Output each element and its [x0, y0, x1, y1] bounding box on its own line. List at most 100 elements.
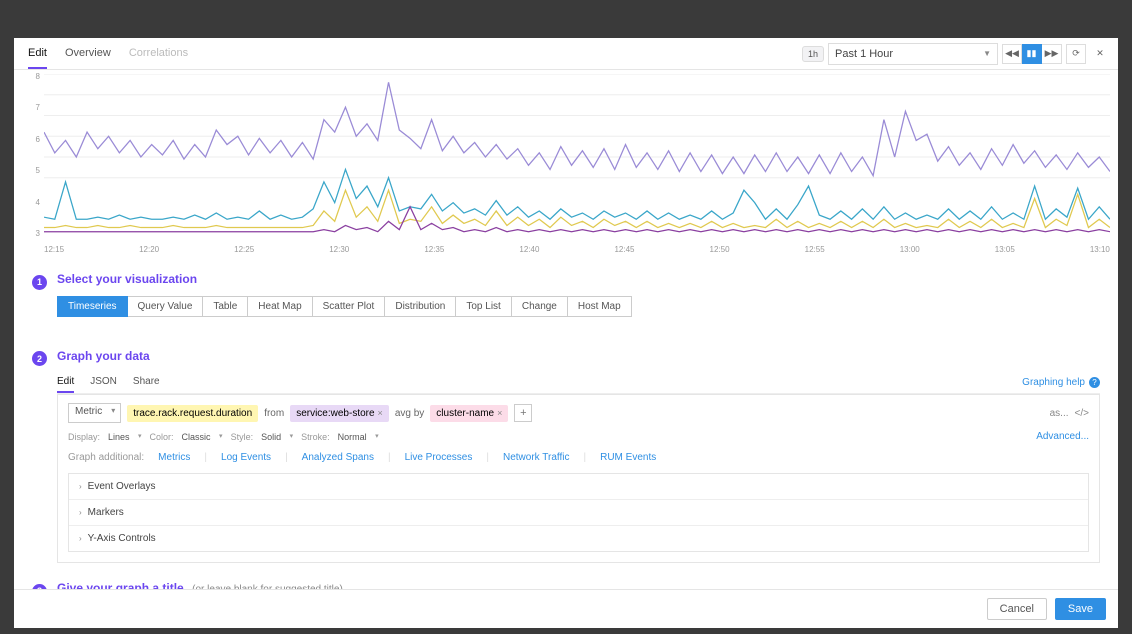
playback-controls: ◀◀ ▮▮ ▶▶	[1002, 44, 1062, 64]
viz-option-host-map[interactable]: Host Map	[568, 296, 632, 317]
viz-type-pills: TimeseriesQuery ValueTableHeat MapScatte…	[57, 296, 1100, 317]
x-tick: 12:25	[234, 245, 254, 254]
chevron-down-icon: ▼	[983, 49, 991, 58]
time-range-value: Past 1 Hour	[835, 48, 893, 60]
viz-option-timeseries[interactable]: Timeseries	[57, 296, 128, 317]
step-2-badge: 2	[32, 351, 47, 366]
ga-link-rum-events[interactable]: RUM Events	[596, 452, 660, 463]
chart-svg	[44, 74, 1110, 240]
x-tick: 13:10	[1090, 245, 1110, 254]
step-1-badge: 1	[32, 275, 47, 290]
style-label: Style:	[231, 432, 254, 442]
groupby-chip-label: cluster-name	[436, 408, 494, 419]
separator: |	[388, 452, 391, 463]
y-tick: 3	[36, 229, 40, 238]
tab-edit[interactable]: Edit	[28, 39, 47, 69]
avgby-label: avg by	[395, 408, 424, 419]
graphing-help-label: Graphing help	[1022, 373, 1085, 392]
viz-option-table[interactable]: Table	[203, 296, 248, 317]
step-1-header: 1 Select your visualization	[32, 272, 1100, 288]
series-cluster-c	[44, 190, 1110, 227]
metric-chip-label: trace.rack.request.duration	[133, 408, 252, 419]
x-tick: 12:55	[805, 245, 825, 254]
groupby-chip[interactable]: cluster-name ×	[430, 405, 508, 422]
display-row: Display: Lines Color: Classic Style: Sol…	[68, 431, 1089, 442]
advanced-link[interactable]: Advanced...	[1036, 431, 1089, 442]
chevron-right-icon: ›	[79, 482, 82, 491]
x-tick: 12:15	[44, 245, 64, 254]
style-select[interactable]: Solid	[261, 432, 293, 442]
y-tick: 6	[36, 135, 40, 144]
x-tick: 12:20	[139, 245, 159, 254]
graph-additional-label: Graph additional:	[68, 452, 144, 463]
x-tick: 13:00	[900, 245, 920, 254]
help-icon: ?	[1089, 377, 1100, 388]
separator: |	[204, 452, 207, 463]
code-icon[interactable]: </>	[1075, 408, 1089, 419]
display-select[interactable]: Lines	[108, 432, 142, 442]
color-label: Color:	[150, 432, 174, 442]
color-select[interactable]: Classic	[182, 432, 223, 442]
ga-link-log-events[interactable]: Log Events	[217, 452, 275, 463]
step-3-header: 3 Give your graph a title (or leave blan…	[32, 579, 1100, 589]
collapsible-markers[interactable]: ›Markers	[69, 499, 1088, 525]
subtab-edit[interactable]: Edit	[57, 372, 74, 393]
cancel-button[interactable]: Cancel	[987, 598, 1047, 620]
x-tick: 12:45	[614, 245, 634, 254]
graph-additional-row: Graph additional: Metrics | Log Events | Ana…	[68, 452, 1089, 463]
ga-link-live-processes[interactable]: Live Processes	[401, 452, 477, 463]
tab-correlations[interactable]: Correlations	[129, 39, 188, 69]
source-select[interactable]: Metric	[68, 403, 121, 423]
time-range-select[interactable]: Past 1 Hour ▼	[828, 43, 998, 65]
collapsible-y-axis-controls[interactable]: ›Y-Axis Controls	[69, 525, 1088, 551]
viz-option-scatter-plot[interactable]: Scatter Plot	[313, 296, 386, 317]
viz-option-query-value[interactable]: Query Value	[128, 296, 204, 317]
ga-link-analyzed-spans[interactable]: Analyzed Spans	[298, 452, 378, 463]
query-subtabs: Edit JSON Share Graphing help ?	[57, 372, 1100, 394]
ga-link-network-traffic[interactable]: Network Traffic	[499, 452, 574, 463]
viz-option-change[interactable]: Change	[512, 296, 568, 317]
skip-back-icon[interactable]: ◀◀	[1002, 44, 1022, 64]
ga-link-metrics[interactable]: Metrics	[154, 452, 194, 463]
graph-editor-modal: Edit Overview Correlations 1h Past 1 Hou…	[14, 38, 1118, 628]
tab-overview[interactable]: Overview	[65, 39, 111, 69]
topbar: Edit Overview Correlations 1h Past 1 Hou…	[14, 38, 1118, 70]
save-button[interactable]: Save	[1055, 598, 1106, 620]
collapsible-event-overlays[interactable]: ›Event Overlays	[69, 474, 1088, 499]
scope-chip[interactable]: service:web-store ×	[290, 405, 389, 422]
viz-option-distribution[interactable]: Distribution	[385, 296, 456, 317]
x-tick: 13:05	[995, 245, 1015, 254]
footer: Cancel Save	[14, 589, 1118, 628]
topbar-right: 1h Past 1 Hour ▼ ◀◀ ▮▮ ▶▶ ⟳ ✕	[802, 43, 1110, 65]
subtab-share[interactable]: Share	[133, 372, 160, 393]
chevron-right-icon: ›	[79, 534, 82, 543]
remove-group-icon[interactable]: ×	[497, 408, 502, 418]
metric-chip[interactable]: trace.rack.request.duration	[127, 405, 258, 422]
time-badge: 1h	[802, 46, 824, 62]
graphing-help-link[interactable]: Graphing help ?	[1022, 372, 1100, 393]
step-3-badge: 3	[32, 584, 47, 590]
query-row: Metric trace.rack.request.duration from …	[68, 403, 1089, 423]
y-tick: 5	[36, 166, 40, 175]
add-query-button[interactable]: +	[514, 404, 532, 422]
remove-scope-icon[interactable]: ×	[378, 408, 383, 418]
query-editor: Metric trace.rack.request.duration from …	[57, 394, 1100, 563]
skip-fwd-icon[interactable]: ▶▶	[1042, 44, 1062, 64]
close-icon[interactable]: ✕	[1090, 44, 1110, 64]
x-axis-labels: 12:1512:2012:2512:3012:3512:4012:4512:50…	[44, 245, 1110, 254]
series-cluster-b	[44, 169, 1110, 219]
x-tick: 12:40	[519, 245, 539, 254]
series-cluster-a	[44, 82, 1110, 175]
subtab-json[interactable]: JSON	[90, 372, 117, 393]
x-tick: 12:35	[424, 245, 444, 254]
as-label[interactable]: as...	[1050, 408, 1069, 419]
y-tick: 8	[36, 72, 40, 81]
stroke-select[interactable]: Normal	[338, 432, 379, 442]
pause-icon[interactable]: ▮▮	[1022, 44, 1042, 64]
chart-preview: 876543 12:1512:2012:2512:3012:3512:4012:…	[14, 70, 1118, 256]
viz-option-top-list[interactable]: Top List	[456, 296, 511, 317]
viz-option-heat-map[interactable]: Heat Map	[248, 296, 312, 317]
x-tick: 12:50	[710, 245, 730, 254]
refresh-icon[interactable]: ⟳	[1066, 44, 1086, 64]
editor-body: 1 Select your visualization TimeseriesQu…	[14, 256, 1118, 589]
